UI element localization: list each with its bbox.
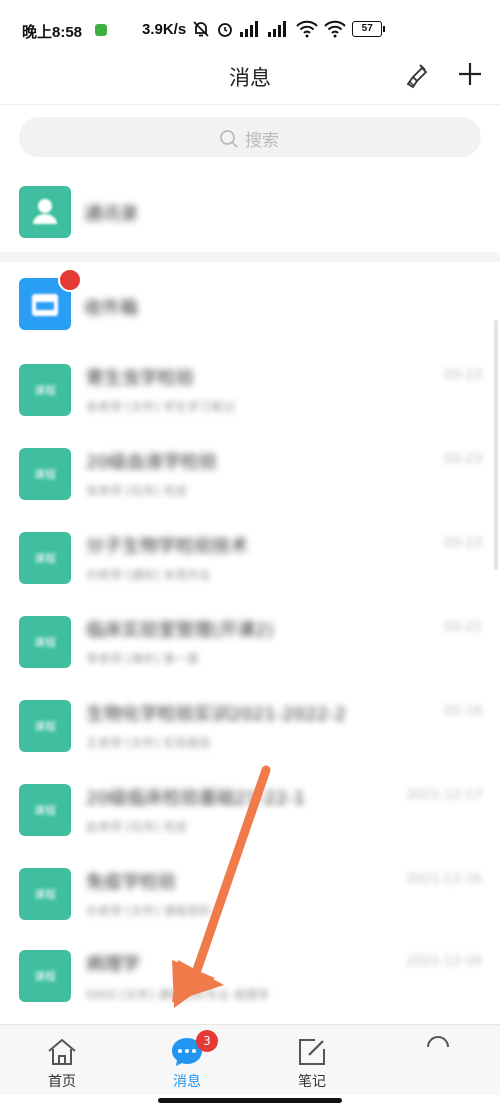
chat-subtitle: 李老师 [课件] 第一章 (86, 652, 199, 666)
home-indicator[interactable] (158, 1098, 342, 1103)
chat-subtitle: 张老师 [任务] 完成 (86, 484, 187, 498)
inbox-label: 收件箱 (84, 298, 138, 319)
chat-subtitle: 张老师 [文件] 学生学习笔记 (86, 400, 235, 414)
signal-hd-2-icon (268, 21, 290, 37)
search-inner: 搜索 (219, 126, 279, 151)
tab-home-label: 首页 (48, 1074, 76, 1090)
search-placeholder: 搜索 (245, 131, 279, 151)
contacts-label: 通讯录 (84, 204, 138, 225)
chat-subtitle: 刘老师 [通知] 本周作业 (86, 568, 211, 582)
contacts-avatar (19, 186, 71, 238)
chat-subtitle: 王老师 [文件] 实验报告 (86, 736, 211, 750)
course-avatar: 课程 (19, 868, 71, 920)
search-bar[interactable]: 搜索 (19, 117, 481, 157)
chat-title: 生物化学检验实训2021-2022-2 (86, 704, 347, 725)
bottom-tab-bar: 首页 消息 笔记 (0, 1024, 500, 1095)
search-icon (220, 129, 238, 148)
contacts-row[interactable]: 通讯录 (0, 178, 500, 248)
top-header: 消息 (0, 56, 500, 105)
list-item[interactable]: 课程 临床实验室管理(开课2) 李老师 [课件] 第一章 03-22 (0, 602, 500, 686)
course-avatar: 课程 (19, 950, 71, 1002)
course-avatar: 课程 (19, 364, 71, 416)
chat-title: 临床实验室管理(开课2) (86, 620, 274, 641)
chat-date: 2021-12-17 (406, 788, 482, 803)
chat-date: 03-22 (444, 620, 482, 635)
status-right: 3.9K/s 57 (142, 20, 386, 38)
inbox-row[interactable]: 收件箱 (0, 266, 500, 344)
list-item[interactable]: 课程 病理学 0900 [文件] 课程资料专业 病理学 2021-12-16 (0, 938, 500, 1024)
list-item[interactable]: 课程 20级血液学检验 张老师 [任务] 完成 03-23 (0, 434, 500, 518)
chat-date: 03-23 (444, 536, 482, 551)
tab-notes-label: 笔记 (298, 1074, 326, 1090)
chat-title: 分子生物学检验技术 (86, 536, 248, 557)
note-edit-icon (299, 1039, 325, 1065)
tab-more[interactable] (388, 1025, 488, 1095)
course-avatar: 课程 (19, 616, 71, 668)
tab-messages[interactable]: 消息 (137, 1025, 237, 1095)
course-avatar: 课程 (19, 532, 71, 584)
chat-title: 20级血液学检验 (86, 452, 217, 473)
arc-icon (427, 1036, 449, 1048)
alarm-icon (218, 23, 233, 37)
chat-subtitle: 0900 [文件] 课程资料专业 病理学 (86, 988, 270, 1002)
course-avatar: 课程 (19, 784, 71, 836)
list-item[interactable]: 课程 20级临床检验基础21-22-1 赵老师 [任务] 完成 2021-12-… (0, 770, 500, 854)
message-count-badge: 3 (196, 1030, 218, 1052)
chat-title: 寄生虫学检验 (86, 368, 194, 389)
chat-subtitle: 赵老师 [任务] 完成 (86, 820, 187, 834)
chat-title: 免疫学检验 (86, 872, 176, 893)
person-icon (33, 199, 57, 224)
chat-date: 2021-12-16 (406, 954, 482, 969)
net-speed: 3.9K/s (142, 20, 187, 38)
list-item[interactable]: 课程 分子生物学检验技术 刘老师 [通知] 本周作业 03-23 (0, 518, 500, 602)
chat-subtitle: 孙老师 [文件] 课程资料 (86, 904, 211, 918)
battery-icon: 57 (352, 21, 386, 37)
clear-broom-icon[interactable] (404, 62, 432, 90)
status-time: 晚上8:58 (22, 24, 83, 41)
wifi-2-icon (324, 20, 346, 38)
status-bar: 晚上8:58 3.9K/s 57 (0, 0, 500, 56)
tab-messages-label: 消息 (173, 1074, 201, 1090)
list-item[interactable]: 课程 生物化学检验实训2021-2022-2 王老师 [文件] 实验报告 03-… (0, 686, 500, 770)
scrollbar[interactable] (494, 320, 498, 570)
app-notification-icon (95, 24, 107, 36)
signal-hd-1-icon (240, 21, 262, 37)
chat-title: 20级临床检验基础21-22-1 (86, 788, 306, 809)
chat-date: 03-18 (444, 704, 482, 719)
home-icon (48, 1038, 76, 1065)
chat-title: 病理学 (86, 954, 140, 975)
course-avatar: 课程 (19, 448, 71, 500)
section-divider (0, 252, 500, 262)
chat-date: 03-23 (444, 452, 482, 467)
tab-home[interactable]: 首页 (12, 1025, 112, 1095)
list-item[interactable]: 课程 免疫学检验 孙老师 [文件] 课程资料 2021-12-16 (0, 854, 500, 938)
chat-date: 03-23 (444, 368, 482, 383)
course-avatar: 课程 (19, 700, 71, 752)
chat-date: 2021-12-16 (406, 872, 482, 887)
tab-notes[interactable]: 笔记 (262, 1025, 362, 1095)
mute-bell-icon (193, 21, 209, 37)
list-item[interactable]: 课程 寄生虫学检验 张老师 [文件] 学生学习笔记 03-23 (0, 350, 500, 434)
inbox-unread-dot (58, 268, 82, 292)
wifi-icon (296, 20, 318, 38)
add-plus-icon[interactable] (456, 60, 484, 88)
